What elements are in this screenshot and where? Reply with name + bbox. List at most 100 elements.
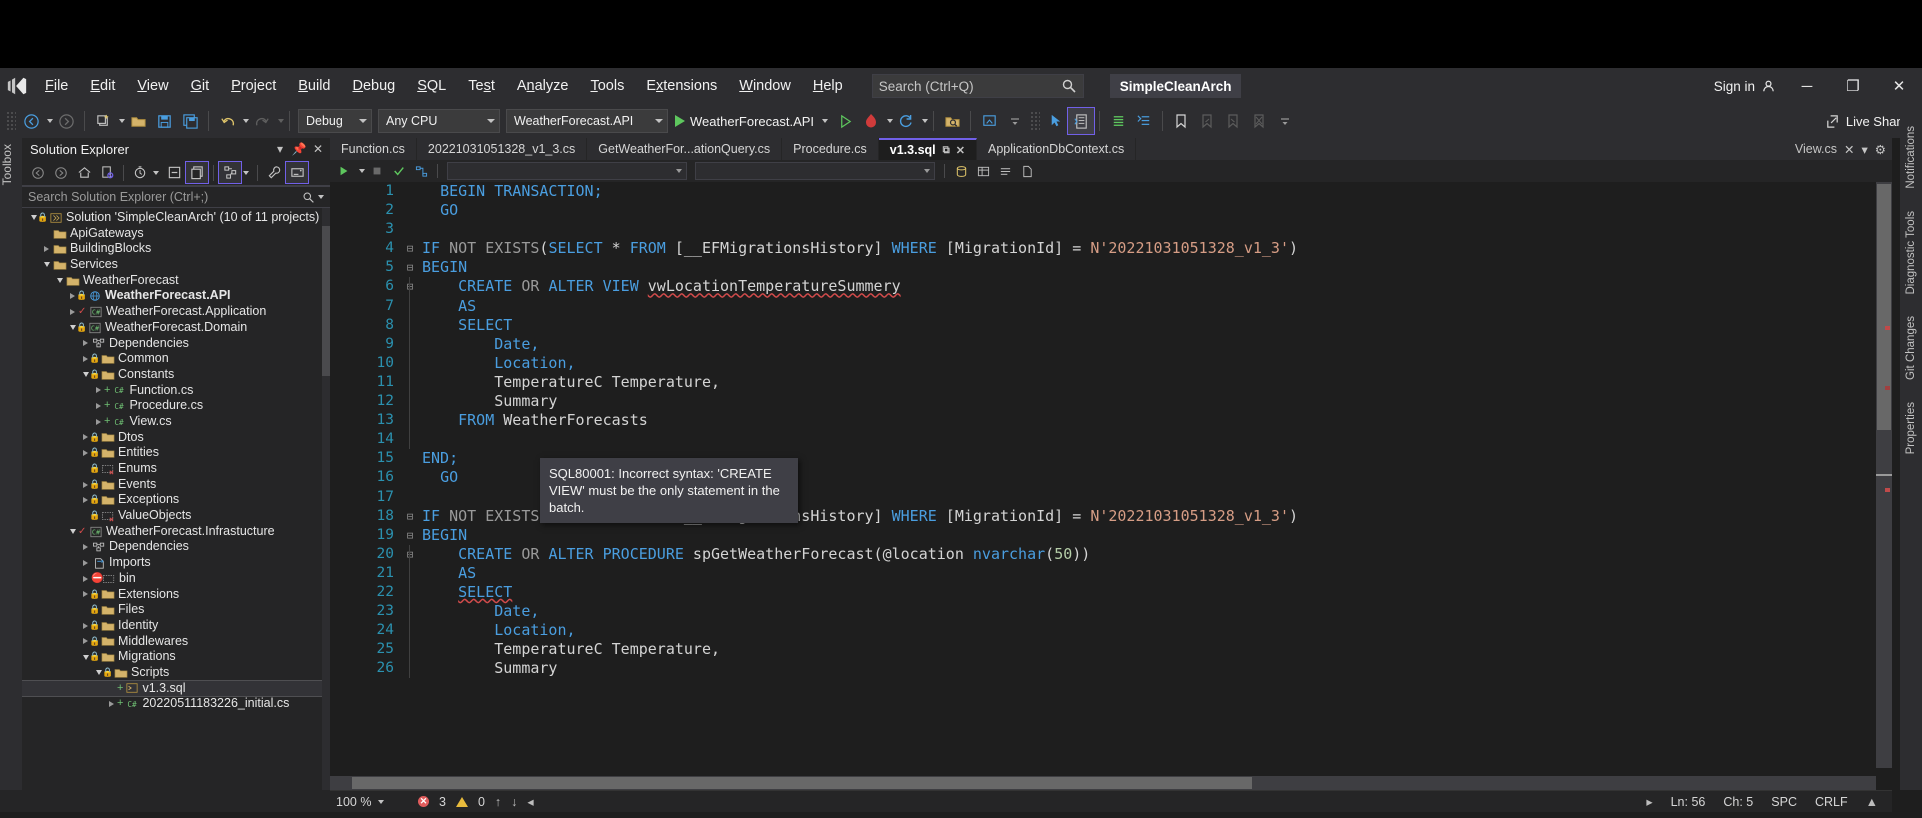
tree-item[interactable]: ApiGateways xyxy=(22,226,330,242)
menu-window[interactable]: Window xyxy=(728,74,802,98)
editor-tab-overflow[interactable]: View.cs ✕ ▾ ⚙ xyxy=(1789,138,1892,160)
toolbox-strip[interactable]: Toolbox xyxy=(0,138,22,790)
expand-chevron-icon[interactable] xyxy=(41,244,52,255)
se-search-dropdown-icon[interactable] xyxy=(318,195,324,199)
results-to-file-icon[interactable] xyxy=(1017,162,1037,180)
fold-toggle-icon[interactable]: ⊟ xyxy=(404,277,416,296)
code-line[interactable]: 13 FROM WeatherForecasts xyxy=(330,411,1892,430)
search-solution-icon[interactable] xyxy=(939,108,965,134)
se-forward-icon[interactable] xyxy=(50,162,72,183)
execute-query-icon[interactable] xyxy=(334,162,354,180)
tree-item[interactable]: BuildingBlocks xyxy=(22,241,330,257)
window-layout-dropdown-icon[interactable] xyxy=(1002,108,1028,134)
cancel-query-icon[interactable] xyxy=(367,162,387,180)
code-line[interactable]: 19⊟BEGIN xyxy=(330,526,1892,545)
save-all-icon[interactable] xyxy=(177,108,203,134)
object-browser-icon[interactable] xyxy=(1131,108,1157,134)
tree-item[interactable]: ⛔bin xyxy=(22,571,330,587)
previous-bookmark-icon[interactable] xyxy=(1194,108,1220,134)
properties-window-icon[interactable] xyxy=(1105,108,1131,134)
startup-project-combo[interactable]: WeatherForecast.API xyxy=(506,109,668,133)
editor-vertical-scrollbar[interactable] xyxy=(1876,182,1892,768)
editor-tab[interactable]: Procedure.cs xyxy=(782,138,879,160)
code-line[interactable]: 6⊟ CREATE OR ALTER VIEW vwLocationTemper… xyxy=(330,277,1892,296)
redo-dropdown-icon[interactable] xyxy=(278,119,284,123)
se-view-dropdown-icon[interactable] xyxy=(243,171,249,175)
fold-toggle-icon[interactable]: ⊟ xyxy=(404,258,416,277)
right-strip-item[interactable]: Properties xyxy=(1905,396,1917,460)
tree-item[interactable]: 🔒Identity xyxy=(22,618,330,634)
menu-edit[interactable]: Edit xyxy=(79,74,126,98)
code-line[interactable]: 5⊟BEGIN xyxy=(330,258,1892,277)
code-line[interactable]: 12 Summary xyxy=(330,392,1892,411)
start-debugging-button[interactable]: WeatherForecast.API xyxy=(671,108,832,134)
restart-icon[interactable] xyxy=(893,108,919,134)
close-tab-icon[interactable]: ✕ xyxy=(956,144,965,157)
indentation-label[interactable]: SPC xyxy=(1771,795,1797,809)
tab-list-dropdown-icon[interactable]: ▾ xyxy=(1862,142,1868,157)
se-back-icon[interactable] xyxy=(27,162,49,183)
redo-icon[interactable] xyxy=(249,108,275,134)
display-estimated-plan-icon[interactable] xyxy=(411,162,431,180)
collapse-chevron-icon[interactable] xyxy=(41,259,52,270)
tree-item[interactable]: Dependencies xyxy=(22,336,330,352)
expand-chevron-icon[interactable] xyxy=(80,338,91,349)
next-error-icon[interactable]: ↓ xyxy=(511,795,517,809)
tree-item[interactable]: 🔒Scripts xyxy=(22,665,330,681)
expand-chevron-icon[interactable] xyxy=(93,401,104,412)
editor-horizontal-scrollbar[interactable] xyxy=(330,776,1876,790)
close-button[interactable]: ✕ xyxy=(1876,68,1922,104)
tree-item[interactable]: +v1.3.sql xyxy=(22,681,330,697)
tree-item[interactable]: 🔒Constants xyxy=(22,367,330,383)
menu-view[interactable]: View xyxy=(126,74,179,98)
tree-item[interactable]: Dependencies xyxy=(22,539,330,555)
fold-toggle-icon[interactable]: ⊟ xyxy=(404,545,416,564)
right-strip-item[interactable]: Diagnostic Tools xyxy=(1905,205,1917,301)
tree-item[interactable]: +C#20220511183226_initial.cs xyxy=(22,696,330,712)
solution-explorer-tree[interactable]: 🔒Solution 'SimpleCleanArch' (10 of 11 pr… xyxy=(22,208,330,790)
menu-help[interactable]: Help xyxy=(802,74,854,98)
se-pending-changes-icon[interactable] xyxy=(129,162,151,183)
tree-item[interactable]: 🔒Dtos xyxy=(22,430,330,446)
expand-chevron-icon[interactable] xyxy=(80,542,91,553)
editor-tab[interactable]: ApplicationDbContext.cs xyxy=(977,138,1136,160)
open-file-icon[interactable] xyxy=(125,108,151,134)
overflow-tab-close-icon[interactable]: ✕ xyxy=(1844,142,1854,157)
error-list-nav-icon[interactable]: ◂ xyxy=(527,794,533,809)
platform-combo[interactable]: Any CPU xyxy=(378,109,500,133)
menu-extensions[interactable]: Extensions xyxy=(635,74,728,98)
expand-chevron-icon[interactable] xyxy=(106,699,117,710)
menu-test[interactable]: Test xyxy=(457,74,506,98)
editor-scrollbar-thumb[interactable] xyxy=(1877,184,1891,430)
code-line[interactable]: 24 Location, xyxy=(330,621,1892,640)
fold-toggle-icon[interactable]: ⊟ xyxy=(404,239,416,258)
sign-in-button[interactable]: Sign in xyxy=(1706,79,1784,94)
add-to-source-control-icon[interactable]: ▲ xyxy=(1866,795,1878,809)
new-project-icon[interactable] xyxy=(90,108,116,134)
zoom-dropdown-icon[interactable] xyxy=(378,800,384,804)
code-line[interactable]: 11 TemperatureC Temperature, xyxy=(330,373,1892,392)
right-strip-item[interactable]: Notifications xyxy=(1905,120,1917,195)
se-properties-icon[interactable] xyxy=(263,162,285,183)
collapse-chevron-icon[interactable] xyxy=(54,275,65,286)
code-line[interactable]: 8 SELECT xyxy=(330,316,1892,335)
se-preview-selected-items-icon[interactable] xyxy=(286,162,308,183)
fold-toggle-icon[interactable]: ⊟ xyxy=(404,526,416,545)
database-selector-combo[interactable] xyxy=(695,162,935,180)
navigate-forward-icon[interactable] xyxy=(53,108,79,134)
right-strip-item[interactable]: Git Changes xyxy=(1905,310,1917,386)
toolbar-grip-2[interactable] xyxy=(1030,111,1040,131)
tree-item[interactable]: ✓C#WeatherForecast.Infrastucture xyxy=(22,524,330,540)
start-debugging-dropdown-icon[interactable] xyxy=(822,119,828,123)
tree-item[interactable]: Imports xyxy=(22,555,330,571)
code-line[interactable]: 26 Summary xyxy=(330,659,1892,678)
code-line[interactable]: 1 BEGIN TRANSACTION; xyxy=(330,182,1892,201)
code-line[interactable]: 2 GO xyxy=(330,201,1892,220)
tree-item[interactable]: 🔒ValueObjects xyxy=(22,508,330,524)
tree-item[interactable]: +C#View.cs xyxy=(22,414,330,430)
tree-item[interactable]: 🔒Enums xyxy=(22,461,330,477)
code-line[interactable]: 10 Location, xyxy=(330,354,1892,373)
global-search-box[interactable]: Search (Ctrl+Q) xyxy=(872,74,1084,98)
menu-tools[interactable]: Tools xyxy=(579,74,635,98)
warning-count-label[interactable]: 0 xyxy=(478,795,485,809)
